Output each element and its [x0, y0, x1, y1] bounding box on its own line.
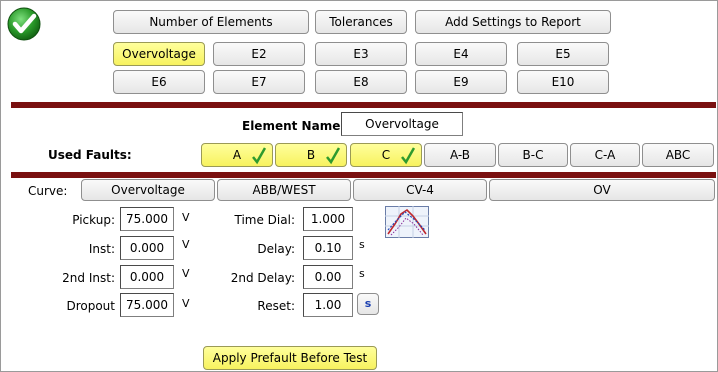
curve-model-selector[interactable]: CV-4 [353, 179, 487, 201]
time-dial-field[interactable]: 1.000 [303, 207, 353, 231]
curve-function-selector[interactable]: OV [489, 179, 715, 201]
check-icon [401, 147, 415, 165]
fault-toggle-a[interactable]: A [201, 143, 273, 167]
number-of-elements-button[interactable]: Number of Elements [113, 10, 309, 34]
time-dial-label: Time Dial: [234, 213, 296, 227]
dropout-field[interactable]: 75.000 [120, 293, 174, 317]
fault-label: ABC [665, 148, 691, 162]
dropout-label: Dropout [66, 299, 115, 313]
fault-label: C-A [594, 148, 616, 162]
reset-unit-label: s [364, 297, 372, 310]
inst-label: Inst: [88, 242, 115, 256]
fault-toggle-b[interactable]: B [275, 143, 347, 167]
second-inst-field[interactable]: 0.000 [120, 265, 174, 289]
element-button-e9[interactable]: E9 [415, 70, 507, 94]
check-icon [252, 147, 266, 165]
element-name-label: Element Name: [242, 119, 346, 133]
element-button-e7[interactable]: E7 [213, 70, 305, 94]
delay-unit: s [359, 238, 365, 251]
second-delay-field[interactable]: 0.00 [303, 265, 353, 289]
second-delay-label: 2nd Delay: [230, 271, 295, 285]
section-divider [11, 102, 716, 108]
curve-plot-icon[interactable] [385, 206, 429, 238]
tolerances-button[interactable]: Tolerances [315, 10, 407, 34]
element-button-e8[interactable]: E8 [315, 70, 407, 94]
element-button-e4[interactable]: E4 [415, 42, 507, 66]
second-delay-unit: s [359, 267, 365, 280]
element-name-field[interactable]: Overvoltage [341, 112, 463, 136]
pickup-unit: V [182, 211, 190, 224]
inst-unit: V [182, 238, 190, 251]
reset-unit-button[interactable]: s [357, 293, 379, 315]
curve-manufacturer-selector[interactable]: ABB/WEST [217, 179, 351, 201]
element-button-overvoltage[interactable]: Overvoltage [113, 42, 205, 66]
second-inst-unit: V [182, 267, 190, 280]
fault-toggle-c[interactable]: C [350, 143, 422, 167]
fault-label: A-B [449, 148, 471, 162]
dropout-unit: V [182, 297, 190, 310]
reset-label: Reset: [257, 299, 295, 313]
element-button-e3[interactable]: E3 [315, 42, 407, 66]
used-faults-label: Used Faults: [48, 148, 132, 162]
pickup-field[interactable]: 75.000 [120, 207, 174, 231]
fault-toggle-c-a[interactable]: C-A [570, 143, 640, 167]
check-icon [326, 147, 340, 165]
second-inst-label: 2nd Inst: [62, 271, 115, 285]
element-button-e10[interactable]: E10 [517, 70, 609, 94]
pickup-label: Pickup: [72, 213, 115, 227]
checkmark-icon [6, 6, 42, 42]
element-button-e5[interactable]: E5 [517, 42, 609, 66]
curve-type-selector[interactable]: Overvoltage [81, 179, 215, 201]
fault-label: B-C [522, 148, 544, 162]
fault-toggle-abc[interactable]: ABC [642, 143, 714, 167]
add-settings-to-report-button[interactable]: Add Settings to Report [415, 10, 611, 34]
section-divider [11, 172, 716, 178]
delay-field[interactable]: 0.10 [303, 236, 353, 260]
delay-label: Delay: [257, 242, 295, 256]
fault-toggle-b-c[interactable]: B-C [498, 143, 568, 167]
element-button-e6[interactable]: E6 [113, 70, 205, 94]
element-button-e2[interactable]: E2 [213, 42, 305, 66]
window-frame: Number of Elements Tolerances Add Settin… [0, 0, 718, 372]
curve-label: Curve: [28, 184, 68, 198]
inst-field[interactable]: 0.000 [120, 236, 174, 260]
fault-toggle-a-b[interactable]: A-B [424, 143, 496, 167]
apply-prefault-button[interactable]: Apply Prefault Before Test [203, 346, 377, 370]
reset-field[interactable]: 1.00 [303, 293, 353, 317]
